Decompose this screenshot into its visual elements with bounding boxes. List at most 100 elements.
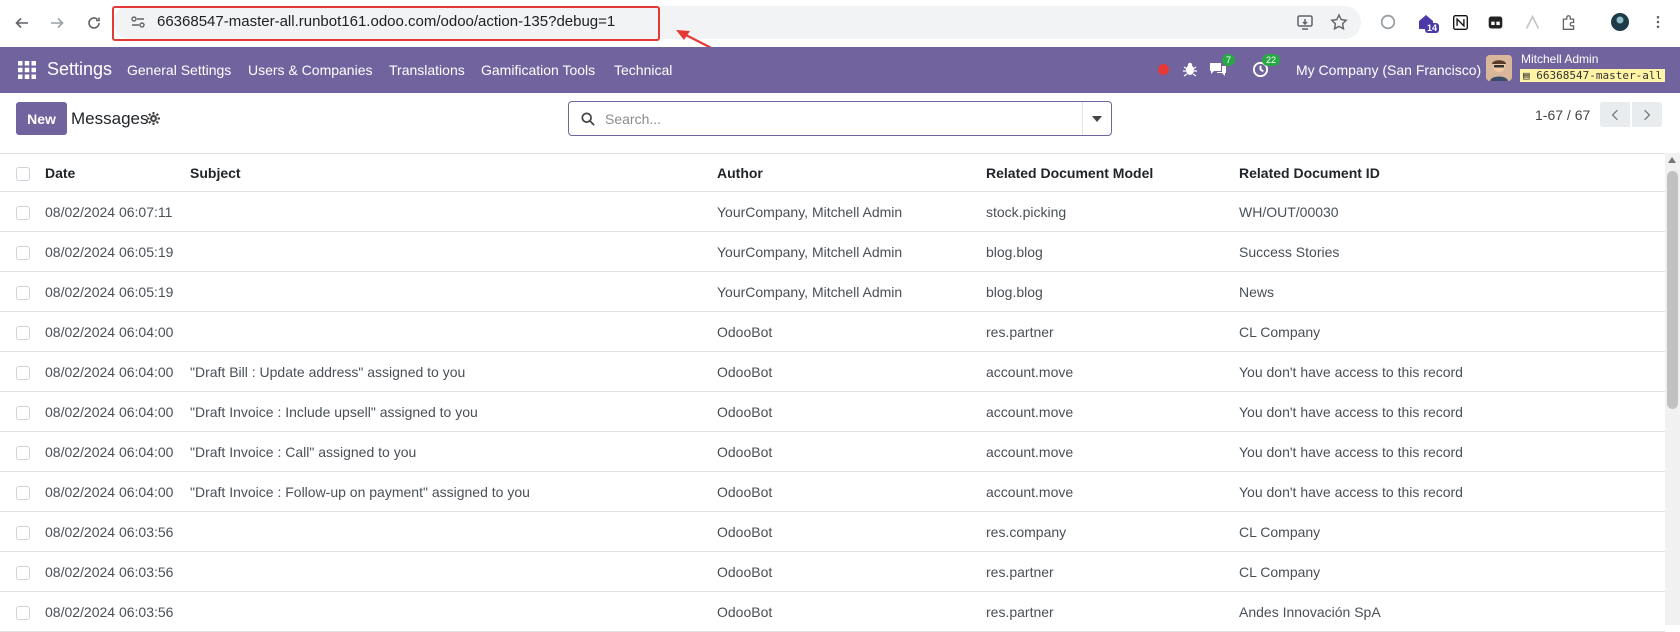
user-avatar[interactable] [1486, 55, 1512, 81]
extension-tab-manager-icon[interactable]: 14 [1416, 12, 1440, 33]
cell-model[interactable]: blog.blog [986, 272, 1239, 312]
cell-date[interactable]: 08/02/2024 06:07:11 [45, 192, 190, 232]
cell-document-id[interactable]: You don't have access to this record [1239, 472, 1665, 512]
cell-author[interactable]: YourCompany, Mitchell Admin [717, 192, 986, 232]
column-header-model[interactable]: Related Document Model [986, 154, 1239, 192]
cell-date[interactable]: 08/02/2024 06:03:56 [45, 592, 190, 632]
cell-model[interactable]: account.move [986, 352, 1239, 392]
cell-model[interactable]: blog.blog [986, 232, 1239, 272]
row-checkbox[interactable] [16, 525, 30, 540]
extension-arc-icon[interactable] [1522, 12, 1542, 32]
cell-date[interactable]: 08/02/2024 06:05:19 [45, 232, 190, 272]
app-name[interactable]: Settings [47, 59, 112, 80]
user-name[interactable]: Mitchell Admin [1521, 52, 1598, 66]
scroll-up-arrow-icon[interactable] [1668, 157, 1676, 163]
cell-model[interactable]: account.move [986, 432, 1239, 472]
row-checkbox[interactable] [16, 325, 30, 340]
row-checkbox[interactable] [16, 205, 30, 220]
cell-author[interactable]: YourCompany, Mitchell Admin [717, 232, 986, 272]
extension-notion-icon[interactable] [1450, 12, 1470, 32]
cell-date[interactable]: 08/02/2024 06:03:56 [45, 552, 190, 592]
cell-model[interactable]: account.move [986, 472, 1239, 512]
cell-model[interactable]: res.partner [986, 312, 1239, 352]
bookmark-star-icon[interactable] [1330, 13, 1348, 31]
cell-date[interactable]: 08/02/2024 06:04:00 [45, 352, 190, 392]
cell-document-id[interactable]: Success Stories [1239, 232, 1665, 272]
profile-avatar-icon[interactable] [1610, 12, 1630, 32]
cell-subject[interactable] [190, 272, 717, 312]
cell-author[interactable]: OdooBot [717, 312, 986, 352]
cell-author[interactable]: YourCompany, Mitchell Admin [717, 272, 986, 312]
table-row[interactable]: 08/02/2024 06:03:56 OdooBot res.partner And… [0, 592, 1665, 632]
cell-date[interactable]: 08/02/2024 06:05:19 [45, 272, 190, 312]
menu-general-settings[interactable]: General Settings [127, 62, 231, 78]
menu-technical[interactable]: Technical [614, 62, 672, 78]
cell-subject[interactable] [190, 192, 717, 232]
search-options-toggle[interactable] [1082, 102, 1111, 135]
search-icon[interactable] [581, 112, 595, 126]
recording-dot-icon[interactable] [1158, 64, 1169, 75]
row-checkbox[interactable] [16, 565, 30, 580]
table-row[interactable]: 08/02/2024 06:04:00 "Draft Invoice : Incl… [0, 392, 1665, 432]
extension-gemini-icon[interactable] [1378, 12, 1398, 32]
pager-value[interactable]: 1-67 / 67 [1535, 107, 1590, 123]
pager-previous-button[interactable] [1600, 102, 1630, 127]
table-row[interactable]: 08/02/2024 06:07:11 YourCompany, Mitchell… [0, 192, 1665, 232]
reload-icon[interactable] [79, 8, 109, 38]
cell-date[interactable]: 08/02/2024 06:04:00 [45, 432, 190, 472]
cell-author[interactable]: OdooBot [717, 432, 986, 472]
table-row[interactable]: 08/02/2024 06:05:19 YourCompany, Mitchell… [0, 232, 1665, 272]
search-input[interactable] [605, 103, 1045, 134]
cell-date[interactable]: 08/02/2024 06:03:56 [45, 512, 190, 552]
cell-subject[interactable] [190, 312, 717, 352]
cell-document-id[interactable]: You don't have access to this record [1239, 432, 1665, 472]
table-row[interactable]: 08/02/2024 06:04:00 "Draft Bill : Update … [0, 352, 1665, 392]
debug-bug-icon[interactable] [1182, 61, 1198, 82]
new-button[interactable]: New [16, 102, 67, 135]
back-icon[interactable] [7, 8, 37, 38]
cell-document-id[interactable]: CL Company [1239, 312, 1665, 352]
cell-model[interactable]: stock.picking [986, 192, 1239, 232]
row-checkbox[interactable] [16, 605, 30, 620]
cell-document-id[interactable]: You don't have access to this record [1239, 352, 1665, 392]
install-app-icon[interactable] [1296, 13, 1314, 31]
scrollbar[interactable] [1665, 153, 1680, 625]
select-all-checkbox[interactable] [16, 166, 30, 181]
cell-subject[interactable]: "Draft Invoice : Include upsell" assigne… [190, 392, 717, 432]
apps-menu-icon[interactable] [18, 61, 36, 79]
cell-document-id[interactable]: You don't have access to this record [1239, 392, 1665, 432]
row-checkbox[interactable] [16, 445, 30, 460]
cell-subject[interactable] [190, 592, 717, 632]
cell-author[interactable]: OdooBot [717, 552, 986, 592]
column-header-document-id[interactable]: Related Document ID [1239, 154, 1665, 192]
row-checkbox[interactable] [16, 285, 30, 300]
cell-subject[interactable] [190, 552, 717, 592]
browser-menu-icon[interactable] [1648, 12, 1668, 32]
column-header-date[interactable]: Date [45, 154, 190, 192]
cell-date[interactable]: 08/02/2024 06:04:00 [45, 472, 190, 512]
company-switcher[interactable]: My Company (San Francisco) [1296, 62, 1481, 78]
cell-subject[interactable] [190, 512, 717, 552]
extension-box-icon[interactable] [1485, 12, 1505, 32]
table-row[interactable]: 08/02/2024 06:03:56 OdooBot res.company CL … [0, 512, 1665, 552]
row-checkbox[interactable] [16, 485, 30, 500]
cell-document-id[interactable]: WH/OUT/00030 [1239, 192, 1665, 232]
pager-next-button[interactable] [1632, 102, 1662, 127]
table-row[interactable]: 08/02/2024 06:04:00 "Draft Invoice : Foll… [0, 472, 1665, 512]
row-checkbox[interactable] [16, 365, 30, 380]
table-row[interactable]: 08/02/2024 06:04:00 OdooBot res.partner CL … [0, 312, 1665, 352]
table-row[interactable]: 08/02/2024 06:04:00 "Draft Invoice : Call… [0, 432, 1665, 472]
cell-author[interactable]: OdooBot [717, 592, 986, 632]
cell-model[interactable]: account.move [986, 392, 1239, 432]
cell-author[interactable]: OdooBot [717, 392, 986, 432]
cell-model[interactable]: res.company [986, 512, 1239, 552]
menu-gamification-tools[interactable]: Gamification Tools [481, 62, 595, 78]
cell-document-id[interactable]: News [1239, 272, 1665, 312]
gear-icon[interactable] [147, 112, 160, 125]
table-row[interactable]: 08/02/2024 06:03:56 OdooBot res.partner CL … [0, 552, 1665, 592]
cell-model[interactable]: res.partner [986, 592, 1239, 632]
row-checkbox[interactable] [16, 405, 30, 420]
cell-subject[interactable]: "Draft Invoice : Call" assigned to you [190, 432, 717, 472]
cell-author[interactable]: OdooBot [717, 472, 986, 512]
cell-model[interactable]: res.partner [986, 552, 1239, 592]
